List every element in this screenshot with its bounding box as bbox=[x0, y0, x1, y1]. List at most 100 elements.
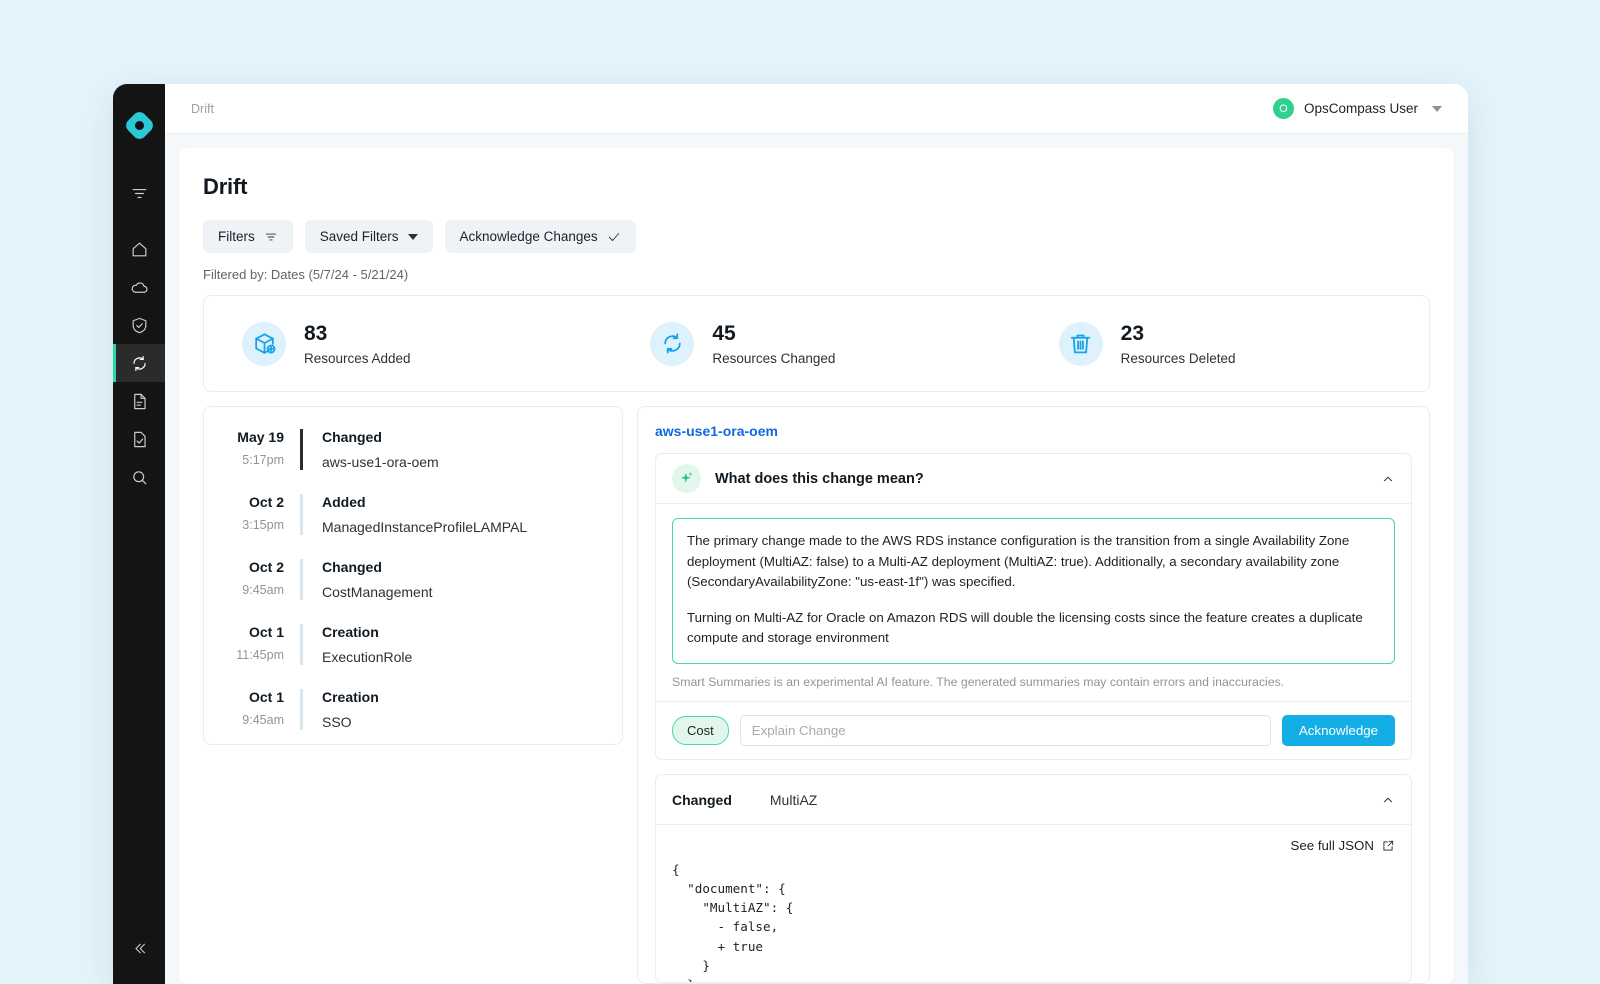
sidebar-item-compliance[interactable] bbox=[113, 306, 165, 344]
stat-label: Resources Deleted bbox=[1120, 350, 1236, 366]
toolbar: Filters Saved Filters Acknowledge Change… bbox=[203, 220, 1430, 253]
file-check-icon bbox=[133, 431, 146, 447]
list-item[interactable]: Oct 2 9:45am Changed CostManagement bbox=[204, 549, 622, 614]
timeline-time: 9:45am bbox=[242, 713, 284, 727]
timeline-entry: Changed CostManagement bbox=[303, 559, 433, 600]
chevron-down-icon bbox=[1432, 105, 1442, 112]
list-item[interactable]: Oct 1 11:45pm Creation ExecutionRole bbox=[204, 614, 622, 679]
smart-summary-title: What does this change mean? bbox=[715, 470, 924, 487]
list-item[interactable]: Oct 1 9:45am Creation SSO bbox=[204, 679, 622, 744]
smart-summary-header[interactable]: What does this change mean? bbox=[656, 454, 1411, 504]
chevron-double-left-icon bbox=[134, 943, 145, 953]
stat-label: Resources Changed bbox=[712, 350, 836, 366]
external-link-icon bbox=[1383, 840, 1394, 851]
timeline-datetime: Oct 1 9:45am bbox=[204, 689, 300, 730]
panes: May 19 5:17pm Changed aws-use1-ora-oem O… bbox=[203, 406, 1430, 984]
sparkle-icon bbox=[680, 472, 693, 483]
sidebar bbox=[113, 84, 165, 984]
json-toolbar: See full JSON bbox=[672, 838, 1395, 853]
timeline-date: Oct 2 bbox=[248, 559, 284, 575]
json-diff-code: { "document": { "MultiAZ": { - false, + … bbox=[672, 862, 794, 982]
chevron-up-icon bbox=[1384, 476, 1392, 481]
timeline-datetime: Oct 2 9:45am bbox=[204, 559, 300, 600]
timeline-date: Oct 1 bbox=[248, 624, 284, 640]
resource-link[interactable]: aws-use1-ora-oem bbox=[655, 423, 1412, 439]
user-menu[interactable]: O OpsCompass User bbox=[1272, 98, 1442, 119]
filters-button[interactable]: Filters bbox=[203, 220, 293, 253]
timeline-time: 11:45pm bbox=[236, 648, 284, 662]
content-column: Drift O OpsCompass User Drift Filters Sa… bbox=[165, 84, 1468, 984]
page-body: Drift Filters Saved Filters Acknowledge … bbox=[165, 134, 1468, 984]
acknowledge-row: Cost Acknowledge bbox=[656, 701, 1411, 759]
sidebar-item-reports[interactable] bbox=[113, 382, 165, 420]
check-icon bbox=[608, 232, 619, 241]
timeline-change-type: Added bbox=[322, 494, 366, 510]
home-icon bbox=[132, 242, 146, 256]
chevron-down-icon bbox=[407, 233, 418, 240]
stat-value: 23 bbox=[1120, 322, 1145, 346]
list-item[interactable]: Oct 2 3:15pm Added ManagedInstanceProfil… bbox=[204, 484, 622, 549]
drift-timeline-list: May 19 5:17pm Changed aws-use1-ora-oem O… bbox=[203, 406, 623, 745]
changed-accordion: Changed MultiAZ See full JSON {"documen… bbox=[655, 774, 1412, 983]
json-diff-body: See full JSON { "document": { "MultiAZ":… bbox=[656, 825, 1411, 982]
box-plus-icon-wrap bbox=[242, 321, 286, 366]
stat-text-group: 45 Resources Changed bbox=[712, 321, 835, 365]
timeline-time: 3:15pm bbox=[242, 518, 284, 532]
summary-paragraph-2: Turning on Multi-AZ for Oracle on Amazon… bbox=[687, 609, 1363, 646]
sidebar-item-search[interactable] bbox=[113, 458, 165, 496]
stat-text-group: 23 Resources Deleted bbox=[1121, 321, 1236, 365]
timeline-datetime: May 19 5:17pm bbox=[204, 429, 300, 470]
drift-detail-panel: aws-use1-ora-oem What does this change m… bbox=[637, 406, 1430, 984]
see-full-json-label: See full JSON bbox=[1290, 838, 1374, 854]
stat-text-group: 83 Resources Added bbox=[304, 321, 411, 365]
list-item[interactable]: May 19 5:17pm Changed aws-use1-ora-oem bbox=[204, 419, 622, 484]
timeline-change-type: Creation bbox=[322, 689, 379, 705]
breadcrumb[interactable]: Drift bbox=[191, 102, 214, 116]
timeline-change-type: Changed bbox=[322, 429, 382, 445]
search-icon bbox=[132, 470, 146, 484]
box-plus-icon bbox=[254, 333, 275, 354]
trash-icon bbox=[1070, 334, 1091, 354]
sidebar-item-filter[interactable] bbox=[113, 174, 165, 212]
trash-icon-wrap bbox=[1058, 321, 1103, 366]
acknowledge-button[interactable]: Acknowledge bbox=[1281, 715, 1395, 747]
sidebar-collapse-button[interactable] bbox=[113, 932, 165, 964]
opscompass-logo[interactable] bbox=[123, 109, 156, 142]
saved-filters-button[interactable]: Saved Filters bbox=[304, 220, 433, 253]
sidebar-item-home[interactable] bbox=[113, 230, 165, 268]
timeline-entry: Creation SSO bbox=[303, 689, 379, 730]
timeline-datetime: Oct 2 3:15pm bbox=[204, 494, 300, 535]
sidebar-item-policies[interactable] bbox=[113, 420, 165, 458]
acknowledge-changes-button[interactable]: Acknowledge Changes bbox=[444, 220, 636, 253]
saved-filters-button-label: Saved Filters bbox=[319, 229, 399, 244]
timeline-entry: Changed aws-use1-ora-oem bbox=[303, 429, 439, 470]
timeline-resource-name: ManagedInstanceProfileLAMPAL bbox=[322, 519, 528, 535]
timeline-change-type: Changed bbox=[322, 559, 382, 575]
see-full-json-button[interactable]: See full JSON bbox=[1290, 838, 1395, 853]
filters-button-label: Filters bbox=[218, 229, 255, 244]
timeline-time: 9:45am bbox=[242, 583, 284, 597]
smart-summary-accordion: What does this change mean? The primary … bbox=[655, 453, 1412, 761]
stat-resources-added: 83 Resources Added bbox=[204, 321, 612, 366]
sidebar-item-cloud[interactable] bbox=[113, 268, 165, 306]
topbar: Drift O OpsCompass User bbox=[165, 84, 1468, 134]
explain-change-input[interactable] bbox=[739, 715, 1271, 747]
sidebar-item-drift[interactable] bbox=[113, 344, 165, 382]
timeline-time: 5:17pm bbox=[242, 453, 284, 467]
document-icon bbox=[133, 393, 146, 409]
app-window: Drift O OpsCompass User Drift Filters Sa… bbox=[113, 84, 1468, 984]
stat-value: 45 bbox=[712, 322, 736, 346]
cost-tag[interactable]: Cost bbox=[672, 716, 729, 746]
cloud-icon bbox=[131, 281, 147, 293]
timeline-date: May 19 bbox=[237, 429, 284, 445]
changed-header[interactable]: Changed MultiAZ bbox=[656, 775, 1411, 826]
timeline-resource-name: CostManagement bbox=[322, 584, 433, 600]
filter-icon bbox=[265, 233, 276, 240]
refresh-icon bbox=[664, 333, 681, 354]
smart-summary-text-box: The primary change made to the AWS RDS i… bbox=[672, 518, 1395, 665]
stats-bar: 83 Resources Added 45 Resources Changed bbox=[203, 295, 1430, 392]
stat-label: Resources Added bbox=[304, 350, 411, 366]
sidebar-nav bbox=[113, 174, 165, 496]
smart-summary-disclaimer: Smart Summaries is an experimental AI fe… bbox=[672, 675, 1285, 690]
filtered-by-text: Filtered by: Dates (5/7/24 - 5/21/24) bbox=[203, 267, 409, 282]
